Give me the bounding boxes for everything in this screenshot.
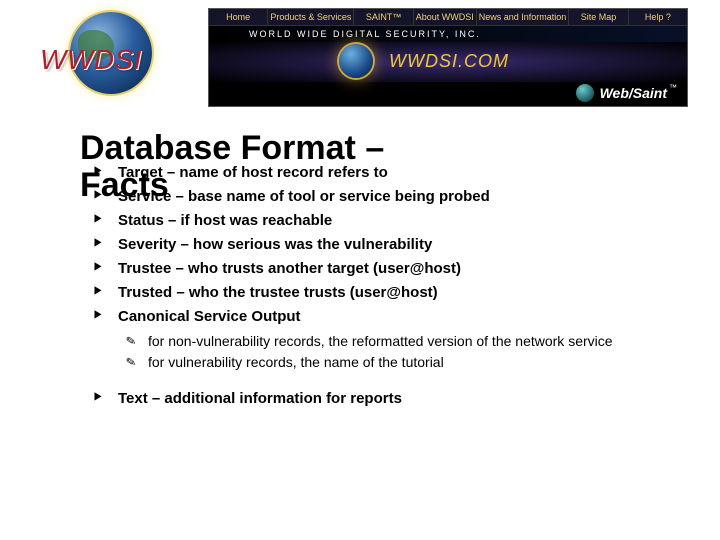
spacer: [80, 373, 660, 387]
bullet-item: Severity – how serious was the vulnerabi…: [94, 233, 660, 257]
trademark-symbol: ™: [669, 83, 677, 92]
nav-tab-products[interactable]: Products & Services: [268, 9, 354, 25]
product-row: Web/Saint ™: [209, 82, 687, 106]
nav-tab-about[interactable]: About WWDSI: [414, 9, 477, 25]
product-name: Web/Saint: [600, 85, 667, 101]
nav-tabs: Home Products & Services SAINT™ About WW…: [209, 9, 687, 26]
nav-tab-news[interactable]: News and Information: [477, 9, 570, 25]
nav-tab-help[interactable]: Help ?: [629, 9, 687, 25]
bullet-item: Trustee – who trusts another target (use…: [94, 257, 660, 281]
nav-tab-sitemap[interactable]: Site Map: [569, 9, 628, 25]
logo-text: WWDSI: [40, 44, 142, 76]
company-tagline: WORLD WIDE DIGITAL SECURITY, INC.: [209, 26, 687, 42]
domain-row: WWDSI.COM: [209, 42, 687, 82]
bullet-list: Target – name of host record refers to S…: [80, 161, 660, 329]
bullet-item: Text – additional information for report…: [94, 387, 660, 411]
bullet-item: Target – name of host record refers to: [94, 161, 660, 185]
bullet-item: Canonical Service Output: [94, 305, 660, 329]
sub-bullet-list: for non-vulnerability records, the refor…: [80, 331, 660, 373]
product-globe-icon: [576, 84, 594, 102]
sub-bullet-item: for vulnerability records, the name of t…: [126, 352, 660, 373]
bullet-item: Status – if host was reachable: [94, 209, 660, 233]
company-logo: WWDSI: [40, 8, 190, 108]
header-banner: WWDSI Home Products & Services SAINT™ Ab…: [0, 0, 720, 108]
nav-tab-home[interactable]: Home: [209, 9, 268, 25]
sub-bullet-item: for non-vulnerability records, the refor…: [126, 331, 660, 352]
small-globe-icon: [339, 44, 373, 78]
slide-content: Database Format – Facts Target – name of…: [0, 108, 720, 411]
bullet-item: Trusted – who the trustee trusts (user@h…: [94, 281, 660, 305]
domain-text: WWDSI.COM: [389, 51, 509, 72]
nav-banner: Home Products & Services SAINT™ About WW…: [208, 8, 688, 107]
bullet-list-after: Text – additional information for report…: [80, 387, 660, 411]
bullet-item: Service – base name of tool or service b…: [94, 185, 660, 209]
nav-tab-saint[interactable]: SAINT™: [354, 9, 413, 25]
